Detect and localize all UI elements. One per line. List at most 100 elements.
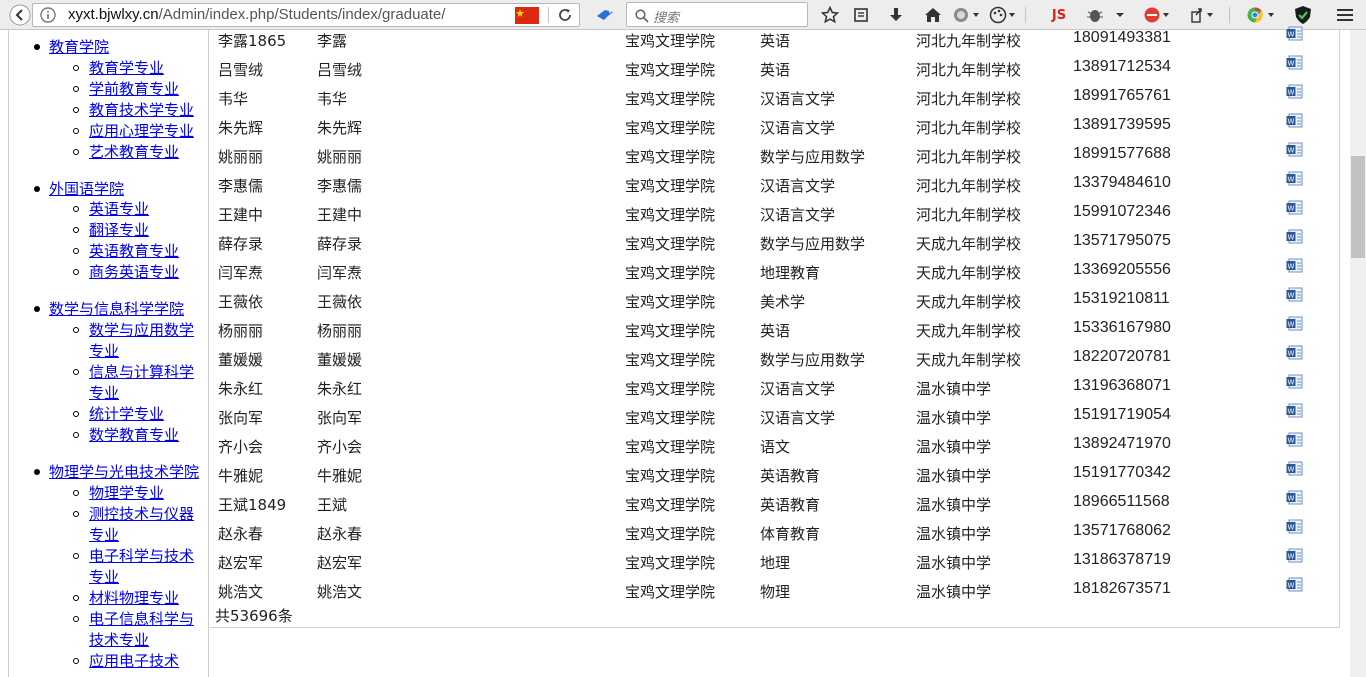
js-icon[interactable]: JS [1045,0,1073,30]
palette-icon[interactable] [988,0,1018,30]
sidebar-category-link[interactable]: 物理学与光电技术学院 [49,461,199,482]
word-doc-icon[interactable]: W [1286,548,1303,563]
word-doc-icon[interactable]: W [1286,84,1303,99]
reload-icon[interactable] [555,0,575,30]
word-doc-icon[interactable]: W [1286,461,1303,476]
sidebar-major-link[interactable]: 测控技术与仪器 [89,503,194,524]
university-cell: 宝鸡文理学院 [625,322,716,340]
sidebar-major-link[interactable]: 数学与应用数学 [89,319,194,340]
sidebar-major-link[interactable]: 学前教育专业 [89,78,179,99]
search-input[interactable]: 搜索 [626,2,808,27]
bullet-dot [34,469,40,475]
svg-text:W: W [1288,176,1295,184]
back-icon[interactable] [8,0,32,30]
sidebar-major-link[interactable]: 电子科学与技术 [89,545,194,566]
sidebar-category-link[interactable]: 外国语学院 [49,178,124,199]
university-cell: 宝鸡文理学院 [625,90,716,108]
download-icon[interactable] [886,0,906,30]
china-flag-icon [514,0,540,30]
bullet-circle [73,86,79,92]
sidebar-major-link[interactable]: 数学教育专业 [89,424,179,445]
reader-icon[interactable] [851,0,871,30]
chevron-down-icon[interactable] [1112,0,1128,30]
school-cell: 河北九年制学校 [916,206,1022,224]
svg-text:W: W [1288,437,1295,445]
word-doc-icon[interactable]: W [1286,490,1303,505]
star-icon[interactable] [820,0,840,30]
sidebar-major-link[interactable]: 信息与计算科学 [89,361,194,382]
word-doc-icon[interactable]: W [1286,316,1303,331]
home-icon[interactable] [923,0,943,30]
word-doc-icon[interactable]: W [1286,55,1303,70]
sidebar-major-link[interactable]: 统计学专业 [89,403,164,424]
student-name-cell: 朱永红 [218,380,264,398]
chrome-icon[interactable] [1245,0,1277,30]
sidebar-major-link[interactable]: 材料物理专业 [89,587,179,608]
real-name-cell: 薛存录 [317,235,363,253]
school-cell: 河北九年制学校 [916,177,1022,195]
sidebar-major-link[interactable]: 物理学专业 [89,482,164,503]
phone-cell: 13891712534 [1073,58,1171,75]
phone-cell: 13379484610 [1073,174,1171,191]
bird-icon[interactable] [594,0,616,30]
word-doc-icon[interactable]: W [1286,26,1303,41]
word-doc-icon[interactable]: W [1286,403,1303,418]
addon-icon[interactable] [1142,0,1172,30]
sidebar-category-link[interactable]: 数学与信息科学学院 [49,298,184,319]
word-doc-icon[interactable]: W [1286,171,1303,186]
sidebar-major-link[interactable]: 电子信息科学与 [89,608,194,629]
university-cell: 宝鸡文理学院 [625,32,716,50]
sidebar-major-link[interactable]: 技术专业 [89,629,149,650]
scrollbar-thumb[interactable] [1351,156,1365,258]
university-cell: 宝鸡文理学院 [625,496,716,514]
word-doc-icon[interactable]: W [1286,345,1303,360]
major-cell: 汉语言文学 [760,409,836,427]
info-icon[interactable] [38,0,58,30]
sidebar-major-link[interactable]: 专业 [89,566,119,587]
globe-icon[interactable] [952,0,982,30]
school-cell: 天成九年制学校 [916,351,1022,369]
word-doc-icon[interactable]: W [1286,374,1303,389]
bullet-circle [73,227,79,233]
sidebar-major-link[interactable]: 翻译专业 [89,219,149,240]
sidebar-major-link[interactable]: 专业 [89,524,119,545]
word-doc-icon[interactable]: W [1286,258,1303,273]
word-doc-icon[interactable]: W [1286,113,1303,128]
url-path: /Admin/index.php/Students/index/graduate… [158,6,446,23]
major-cell: 美术学 [760,293,806,311]
bullet-circle [73,411,79,417]
sidebar-major-link[interactable]: 教育学专业 [89,57,164,78]
share-icon[interactable] [1188,0,1218,30]
sidebar-major-link[interactable]: 教育技术学专业 [89,99,194,120]
word-doc-icon[interactable]: W [1286,432,1303,447]
bullet-circle [73,269,79,275]
word-doc-icon[interactable]: W [1286,577,1303,592]
sidebar-major-link[interactable]: 专业 [89,340,119,361]
word-doc-icon[interactable]: W [1286,287,1303,302]
sidebar-major-link[interactable]: 英语专业 [89,198,149,219]
phone-cell: 18991765761 [1073,87,1171,104]
bug-icon[interactable] [1084,0,1106,30]
university-cell: 宝鸡文理学院 [625,438,716,456]
sidebar-major-link[interactable]: 英语教育专业 [89,240,179,261]
url-host: xyxt.bjwlxy.cn [68,6,159,23]
scrollbar[interactable] [1350,30,1366,677]
bullet-dot [34,306,40,312]
menu-icon[interactable] [1333,0,1357,30]
url-text[interactable]: xyxt.bjwlxy.cn/Admin/index.php/Students/… [68,6,445,23]
sidebar-category-link[interactable]: 教育学院 [49,36,109,57]
sidebar-major-link[interactable]: 专业 [89,382,119,403]
sidebar-major-link[interactable]: 艺术教育专业 [89,141,179,162]
sidebar-major-link[interactable]: 商务英语专业 [89,261,179,282]
sidebar-major-link[interactable]: 应用电子技术 [89,650,179,671]
word-doc-icon[interactable]: W [1286,229,1303,244]
word-doc-icon[interactable]: W [1286,142,1303,157]
major-cell: 汉语言文学 [760,177,836,195]
word-doc-icon[interactable]: W [1286,519,1303,534]
sidebar-major-link[interactable]: 应用心理学专业 [89,120,194,141]
university-cell: 宝鸡文理学院 [625,148,716,166]
school-cell: 河北九年制学校 [916,148,1022,166]
major-cell: 汉语言文学 [760,380,836,398]
student-name-cell: 张向军 [218,409,264,427]
word-doc-icon[interactable]: W [1286,200,1303,215]
